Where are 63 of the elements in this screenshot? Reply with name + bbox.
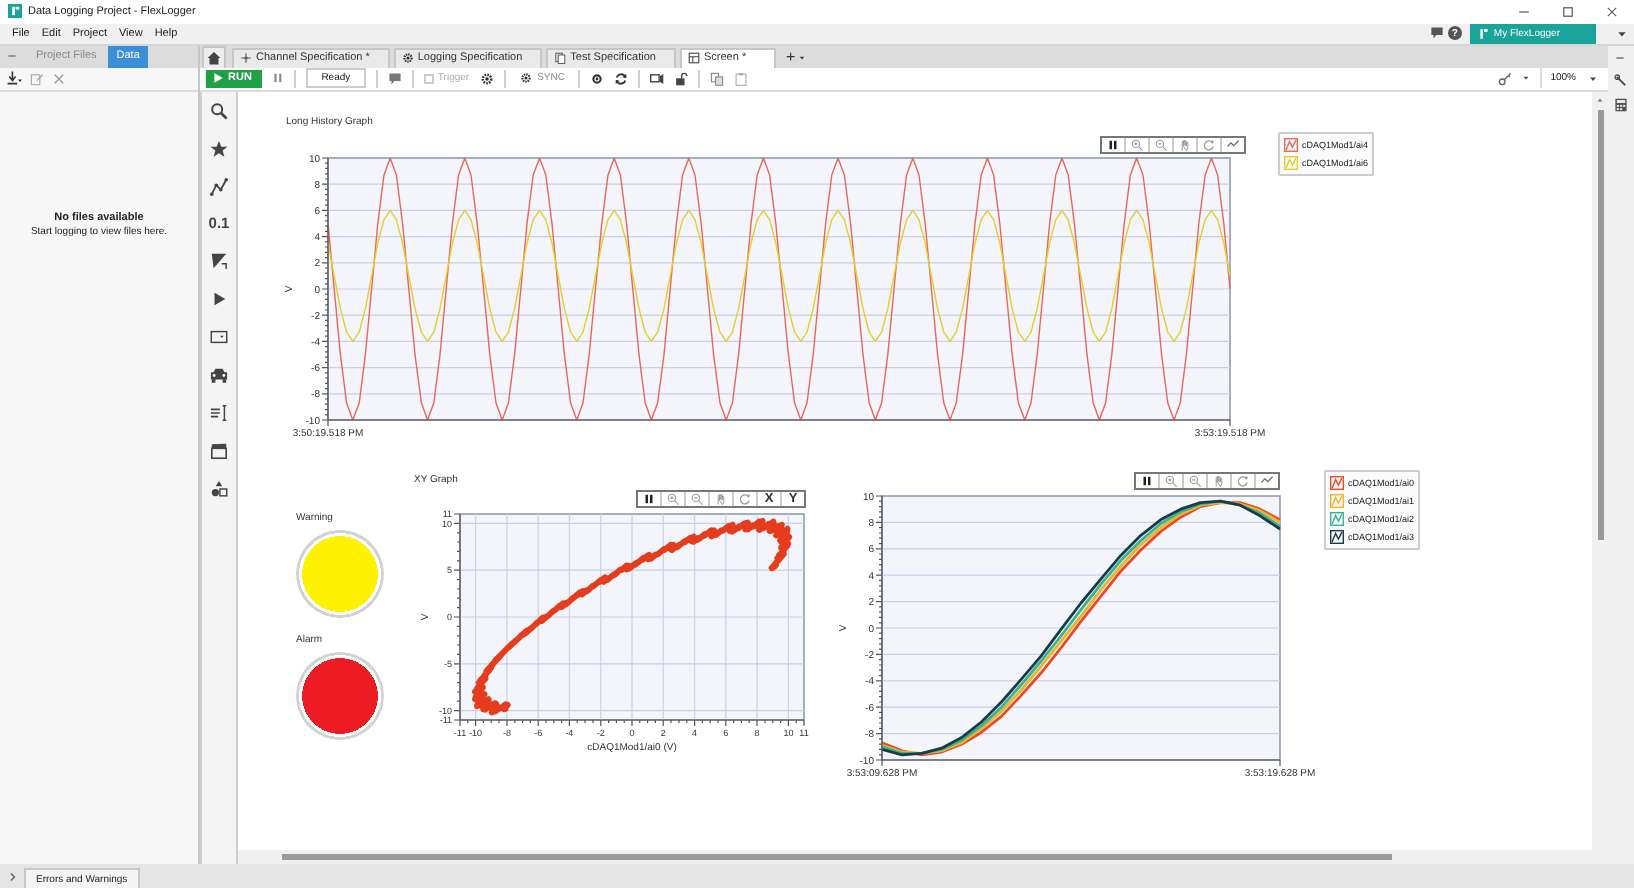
pan-hand-icon[interactable]: [1178, 137, 1192, 152]
pause-icon[interactable]: [642, 491, 656, 506]
gear-icon[interactable]: [479, 71, 494, 86]
key-icon[interactable]: [1498, 71, 1513, 86]
caret-icon[interactable]: [1522, 74, 1531, 83]
reset-icon[interactable]: [738, 491, 752, 506]
legend-swatch[interactable]: [1330, 511, 1344, 526]
record-icon[interactable]: [590, 71, 605, 86]
reset-icon[interactable]: [1202, 137, 1216, 152]
app-logo-icon: [1477, 27, 1490, 40]
document-icon: [554, 52, 567, 65]
zoom-out-icon[interactable]: [1188, 473, 1202, 488]
gauge-icon[interactable]: [210, 251, 228, 270]
caret-icon[interactable]: [1588, 73, 1598, 84]
reset-icon[interactable]: [1236, 473, 1250, 488]
grid-icon: [687, 52, 700, 65]
caret-icon[interactable]: [797, 53, 806, 62]
new-tab-button[interactable]: +: [785, 49, 796, 66]
monitor-icon[interactable]: [650, 71, 665, 86]
unlock-icon[interactable]: [674, 71, 689, 86]
minimize-icon[interactable]: [1614, 51, 1626, 64]
shapes-icon[interactable]: [210, 479, 228, 498]
legend-swatch[interactable]: [1330, 493, 1344, 508]
gear-icon: [519, 72, 532, 85]
autoscale-icon[interactable]: [1226, 137, 1240, 152]
pause-icon[interactable]: [1106, 137, 1120, 152]
text-field-icon[interactable]: [210, 403, 228, 422]
sync-icon[interactable]: [614, 71, 629, 86]
vertical-scrollbar[interactable]: [1597, 109, 1603, 540]
zoom-out-icon[interactable]: [1154, 137, 1168, 152]
play-icon: [212, 72, 224, 85]
maximize-icon[interactable]: [1562, 5, 1574, 18]
chat-icon[interactable]: [1429, 26, 1444, 41]
delete-icon[interactable]: [52, 71, 66, 86]
expand-icon[interactable]: [8, 871, 18, 882]
calculator-icon[interactable]: [1613, 97, 1627, 112]
close-icon[interactable]: [1606, 5, 1618, 18]
legend-swatch[interactable]: [1284, 137, 1298, 152]
pan-hand-icon[interactable]: [714, 491, 728, 506]
clapperboard-icon[interactable]: [210, 441, 228, 460]
comment-icon[interactable]: [387, 71, 402, 86]
pan-hand-icon[interactable]: [1212, 473, 1226, 488]
minimize-icon[interactable]: [1518, 5, 1530, 18]
line-chart-icon[interactable]: [210, 177, 228, 196]
zoom-in-icon[interactable]: [666, 491, 680, 506]
autoscale-icon[interactable]: [1260, 473, 1274, 488]
download-icon[interactable]: [6, 70, 22, 87]
play-icon[interactable]: [210, 289, 228, 308]
pause-icon[interactable]: [1140, 473, 1154, 488]
star-icon[interactable]: [210, 139, 228, 158]
dropdown-icon[interactable]: [210, 327, 228, 346]
home-icon[interactable]: [206, 49, 222, 66]
gear-icon: [401, 52, 414, 65]
zoom-out-icon[interactable]: [690, 491, 704, 506]
caret-icon[interactable]: [1616, 27, 1628, 40]
zoom-in-icon[interactable]: [1130, 137, 1144, 152]
zoom-in-icon[interactable]: [1164, 473, 1178, 488]
horizontal-scrollbar[interactable]: [282, 854, 1392, 861]
legend-swatch[interactable]: [1330, 529, 1344, 544]
search-icon[interactable]: [210, 101, 228, 120]
car-icon[interactable]: [210, 365, 228, 384]
copy-icon[interactable]: [710, 71, 725, 86]
legend-swatch[interactable]: [1330, 475, 1344, 490]
